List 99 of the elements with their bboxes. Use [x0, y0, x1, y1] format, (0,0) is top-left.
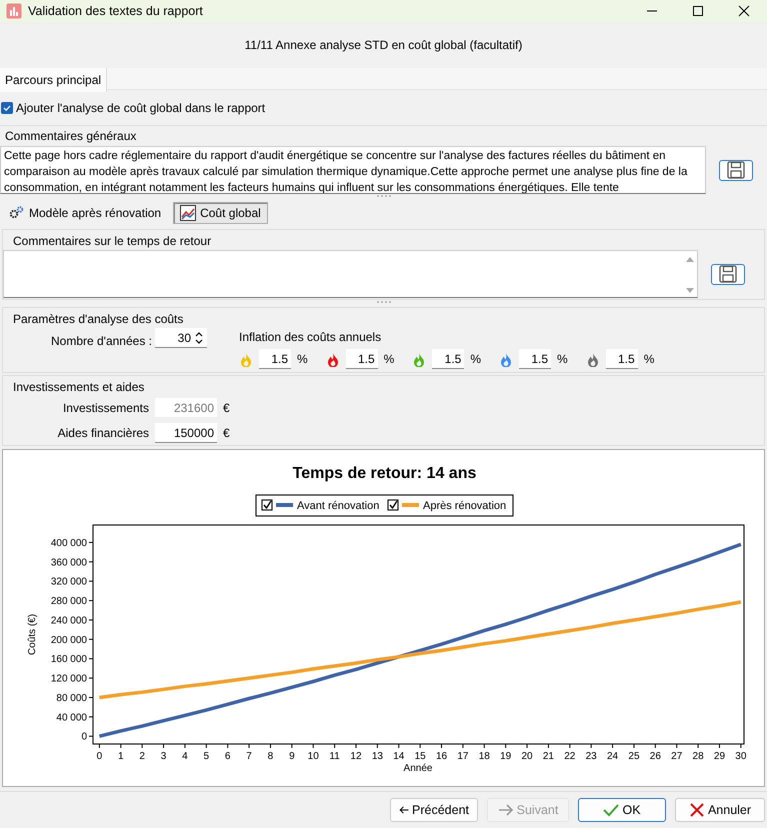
x-tick-label: 19 — [500, 751, 512, 762]
tab[interactable]: Modèle après rénovation — [3, 202, 168, 224]
splitter-handle[interactable] — [374, 194, 392, 198]
page-heading: 11/11 Annexe analyse STD en coût global (facultatif) — [244, 37, 522, 54]
x-tick-label: 14 — [393, 751, 404, 762]
save-button[interactable] — [719, 160, 753, 180]
x-tick-label: 27 — [671, 751, 682, 762]
legend-checkbox[interactable] — [388, 500, 398, 510]
cancel-button[interactable]: Annuler — [675, 798, 765, 822]
arrow-right-icon — [498, 803, 514, 817]
maximize-icon[interactable] — [692, 5, 704, 17]
x-tick-label: 21 — [542, 751, 554, 762]
save-icon — [726, 160, 746, 180]
y-tick-label: 120 000 — [50, 674, 87, 685]
app-icon — [6, 3, 22, 19]
x-tick-label: 9 — [289, 751, 295, 762]
tab[interactable]: Coût global — [173, 202, 268, 224]
x-tick-label: 12 — [350, 751, 362, 762]
field-label: Investissements — [62, 400, 149, 417]
field-label: Aides financières — [56, 425, 149, 442]
previous-button[interactable]: Précédent — [390, 798, 478, 822]
x-tick-label: 6 — [224, 751, 230, 762]
window-title: Validation des textes du rapport — [28, 2, 203, 20]
x-tick-label: 15 — [414, 751, 426, 762]
checkbox[interactable] — [1, 102, 13, 114]
x-tick-label: 8 — [268, 751, 274, 762]
x-tick-label: 30 — [735, 751, 746, 762]
x-tick-label: 13 — [372, 751, 383, 762]
unit-label: % — [644, 351, 654, 368]
x-tick-label: 11 — [329, 751, 340, 762]
section-title: Paramètres d'analyse des coûts — [12, 311, 184, 328]
unit-label: % — [384, 351, 394, 368]
x-tick-label: 4 — [182, 751, 188, 762]
y-tick-label: 400 000 — [50, 538, 87, 549]
x-tick-label: 7 — [246, 751, 252, 762]
input-field[interactable]: 1.5 — [259, 349, 291, 369]
section-title: Investissements et aides — [12, 379, 146, 396]
chart-icon — [180, 205, 196, 221]
input-field[interactable]: 150000 — [155, 423, 217, 443]
save-button[interactable] — [711, 264, 745, 284]
x-tick-label: 18 — [478, 751, 490, 762]
x-axis-title: Année — [404, 763, 432, 774]
x-tick-label: 23 — [586, 751, 597, 762]
y-tick-label: 40 000 — [56, 712, 87, 724]
x-tick-label: 3 — [160, 751, 166, 762]
legend-checkbox[interactable] — [262, 500, 272, 510]
close-icon — [688, 803, 705, 817]
gears-icon — [9, 205, 25, 221]
y-tick-label: 200 000 — [50, 634, 87, 646]
y-tick-label: 0 — [81, 732, 87, 743]
input-field[interactable]: 1.5 — [346, 349, 378, 369]
x-tick-label: 28 — [692, 751, 704, 762]
checkbox-label: Ajouter l'analyse de coût global dans le rapport — [16, 100, 266, 117]
legend-label: Avant rénovation — [297, 500, 380, 512]
unit-label: € — [223, 400, 230, 417]
x-tick-label: 29 — [714, 751, 726, 762]
unit-label: % — [557, 351, 568, 368]
section-title: Commentaires sur le temps de retour — [12, 233, 212, 250]
legend-swatch — [276, 503, 293, 507]
x-tick-label: 25 — [628, 751, 640, 762]
close-icon[interactable] — [738, 5, 750, 17]
x-tick-label: 22 — [564, 751, 576, 762]
y-tick-label: 280 000 — [50, 596, 87, 608]
ok-button[interactable]: OK — [578, 798, 666, 822]
x-tick-label: 26 — [650, 751, 661, 762]
section-title: Commentaires généraux — [4, 128, 138, 145]
x-tick-label: 17 — [457, 751, 468, 762]
x-tick-label: 16 — [436, 751, 448, 762]
field-label: Inflation des coûts annuels — [239, 329, 382, 346]
input-field[interactable]: 1.5 — [606, 349, 638, 369]
unit-label: % — [297, 351, 308, 368]
x-tick-label: 24 — [607, 751, 618, 762]
input-field[interactable]: 1.5 — [519, 349, 552, 369]
y-tick-label: 240 000 — [50, 615, 87, 626]
input-field[interactable]: 1.5 — [432, 349, 464, 369]
spinner-icon[interactable] — [194, 330, 204, 344]
x-tick-label: 0 — [96, 751, 102, 762]
unit-label: % — [470, 351, 482, 368]
legend-label: Après rénovation — [423, 500, 506, 512]
check-icon — [603, 803, 620, 817]
x-tick-label: 2 — [139, 751, 145, 762]
splitter-handle[interactable] — [374, 300, 392, 304]
x-tick-label: 1 — [118, 751, 124, 762]
tab[interactable]: Parcours principal — [0, 68, 108, 92]
field-label: Nombre d'années : — [50, 333, 152, 350]
y-tick-label: 360 000 — [50, 557, 87, 568]
y-tick-label: 160 000 — [50, 654, 87, 666]
x-tick-label: 10 — [308, 751, 319, 762]
save-icon — [718, 264, 738, 284]
chart-title: Temps de retour: 14 ans — [292, 465, 476, 482]
unit-label: € — [223, 425, 230, 442]
x-tick-label: 5 — [204, 751, 210, 762]
comment-text-area[interactable] — [3, 250, 698, 298]
x-tick-label: 20 — [521, 751, 533, 762]
legend-swatch — [402, 503, 419, 507]
y-tick-label: 320 000 — [50, 576, 87, 588]
y-tick-label: 80 000 — [56, 692, 87, 704]
y-axis-title: Coûts (€) — [27, 614, 38, 656]
spin-field[interactable]: 30 — [155, 328, 207, 348]
